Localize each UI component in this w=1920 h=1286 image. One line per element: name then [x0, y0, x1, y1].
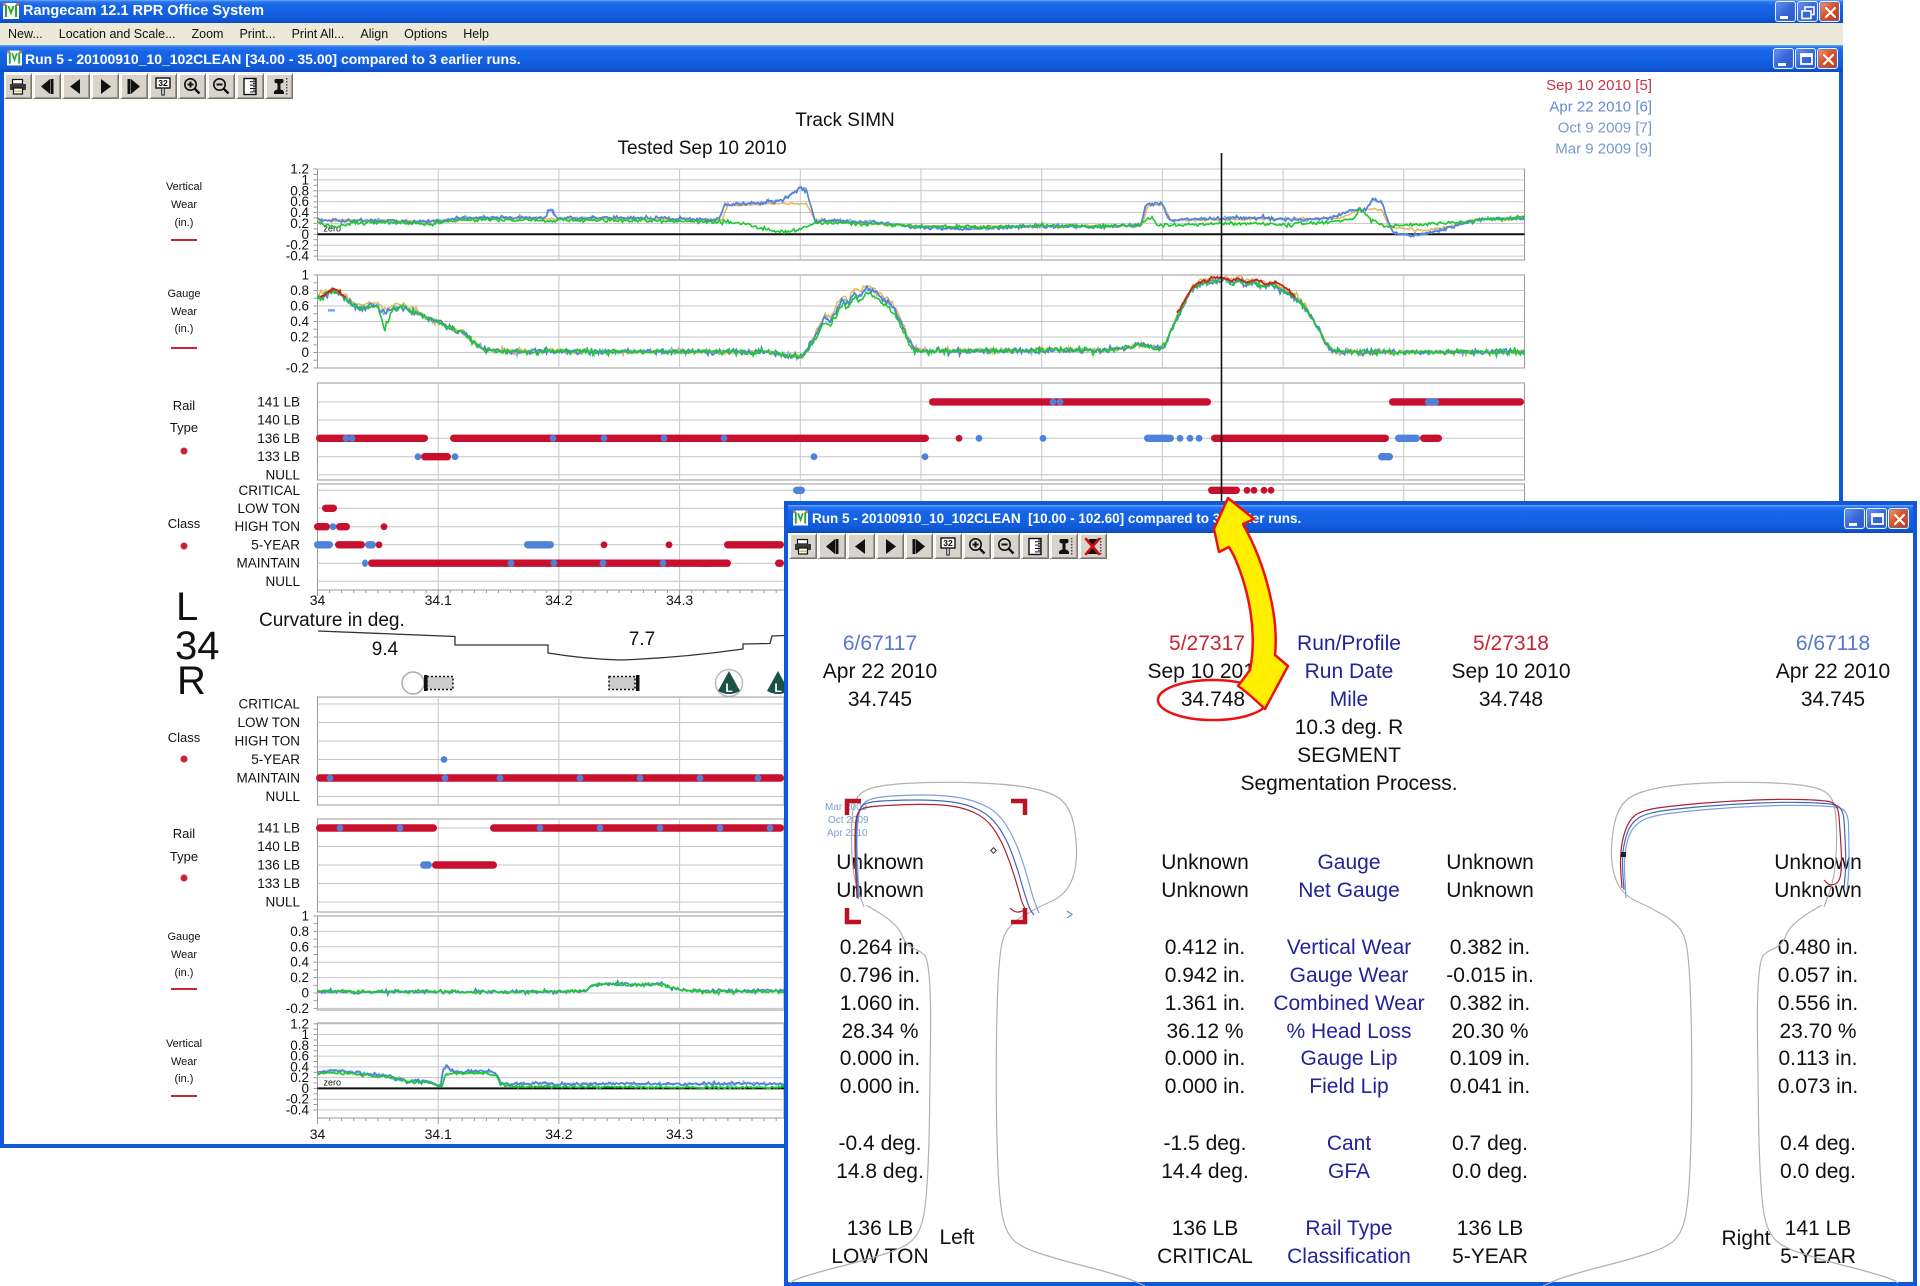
svg-text:0.556 in.: 0.556 in. [1778, 992, 1859, 1015]
svg-text:0.942 in.: 0.942 in. [1165, 964, 1246, 987]
svg-text:0.264 in.: 0.264 in. [840, 936, 921, 959]
svg-text:136 LB: 136 LB [1172, 1217, 1239, 1240]
svg-text:Unknown: Unknown [1446, 879, 1534, 902]
svg-text:Unknown: Unknown [1774, 879, 1862, 902]
svg-text:5/27318: 5/27318 [1473, 632, 1549, 655]
svg-text:Gauge Lip: Gauge Lip [1301, 1047, 1398, 1070]
svg-text:136 LB: 136 LB [1457, 1217, 1524, 1240]
svg-text:Mile: Mile [1330, 688, 1369, 711]
svg-text:Sep 10 2010: Sep 10 2010 [1451, 660, 1570, 683]
svg-text:Apr 22 2010: Apr 22 2010 [823, 660, 937, 683]
svg-text:0.7 deg.: 0.7 deg. [1452, 1132, 1528, 1155]
svg-text:SEGMENT: SEGMENT [1297, 744, 1401, 767]
svg-text:0.041 in.: 0.041 in. [1450, 1075, 1531, 1098]
svg-text:Right: Right [1721, 1227, 1770, 1250]
svg-text:136 LB: 136 LB [847, 1217, 914, 1240]
svg-text:Segmentation Process.: Segmentation Process. [1240, 772, 1457, 795]
svg-text:34.748: 34.748 [1479, 688, 1543, 711]
svg-text:Gauge: Gauge [1317, 851, 1380, 874]
svg-text:Classification: Classification [1287, 1245, 1411, 1268]
svg-text:Combined Wear: Combined Wear [1273, 992, 1424, 1015]
svg-text:34.745: 34.745 [1801, 688, 1865, 711]
svg-text:Unknown: Unknown [836, 851, 924, 874]
svg-text:Gauge Wear: Gauge Wear [1290, 964, 1409, 987]
svg-text:1.361 in.: 1.361 in. [1165, 992, 1246, 1015]
svg-text:0.000 in.: 0.000 in. [1165, 1075, 1246, 1098]
svg-text:0.0 deg.: 0.0 deg. [1452, 1160, 1528, 1183]
svg-text:Rail Type: Rail Type [1305, 1217, 1392, 1240]
svg-text:Run/Profile: Run/Profile [1297, 632, 1401, 655]
svg-text:Unknown: Unknown [1161, 879, 1249, 902]
svg-text:Cant: Cant [1327, 1132, 1372, 1155]
svg-text:Unknown: Unknown [1161, 851, 1249, 874]
svg-text:0.796 in.: 0.796 in. [840, 964, 921, 987]
svg-text:Unknown: Unknown [836, 879, 924, 902]
svg-text:5-YEAR: 5-YEAR [1780, 1245, 1856, 1268]
svg-text:0.0 deg.: 0.0 deg. [1780, 1160, 1856, 1183]
svg-text:0.412 in.: 0.412 in. [1165, 936, 1246, 959]
svg-text:6/67117: 6/67117 [843, 632, 917, 655]
svg-text:10.3 deg. R: 10.3 deg. R [1295, 716, 1404, 739]
svg-text:0.000 in.: 0.000 in. [840, 1075, 921, 1098]
svg-text:5-YEAR: 5-YEAR [1452, 1245, 1528, 1268]
svg-text:0.109 in.: 0.109 in. [1450, 1047, 1531, 1070]
svg-text:23.70 %: 23.70 % [1779, 1020, 1856, 1043]
svg-text:Left: Left [939, 1226, 974, 1249]
svg-text:-0.015 in.: -0.015 in. [1446, 964, 1534, 987]
svg-text:14.4 deg.: 14.4 deg. [1161, 1160, 1249, 1183]
svg-text:0.4 deg.: 0.4 deg. [1780, 1132, 1856, 1155]
svg-text:0.382 in.: 0.382 in. [1450, 936, 1531, 959]
svg-text:141 LB: 141 LB [1785, 1217, 1852, 1240]
svg-text:34.745: 34.745 [848, 688, 912, 711]
svg-text:0.382 in.: 0.382 in. [1450, 992, 1531, 1015]
svg-text:36.12 %: 36.12 % [1166, 1020, 1243, 1043]
svg-text:0.000 in.: 0.000 in. [1165, 1047, 1246, 1070]
svg-text:Apr 2010: Apr 2010 [827, 828, 868, 839]
svg-text:Apr 22 2010: Apr 22 2010 [1776, 660, 1890, 683]
svg-text:Vertical Wear: Vertical Wear [1287, 936, 1412, 959]
svg-text:20.30 %: 20.30 % [1451, 1020, 1528, 1043]
svg-text:34.748: 34.748 [1181, 688, 1245, 711]
svg-text:CRITICAL: CRITICAL [1157, 1245, 1253, 1268]
svg-text:-1.5 deg.: -1.5 deg. [1164, 1132, 1247, 1155]
svg-text:-0.4 deg.: -0.4 deg. [839, 1132, 922, 1155]
svg-text:14.8 deg.: 14.8 deg. [836, 1160, 924, 1183]
svg-text:Net Gauge: Net Gauge [1298, 879, 1400, 902]
svg-text:0.113 in.: 0.113 in. [1778, 1047, 1857, 1070]
svg-text:28.34 %: 28.34 % [841, 1020, 918, 1043]
svg-text:6/67118: 6/67118 [1796, 632, 1870, 655]
svg-text:Field Lip: Field Lip [1309, 1075, 1388, 1098]
svg-text:% Head Loss: % Head Loss [1287, 1020, 1412, 1043]
svg-text:GFA: GFA [1328, 1160, 1370, 1183]
svg-text:0.057 in.: 0.057 in. [1778, 964, 1859, 987]
svg-text:1.060 in.: 1.060 in. [840, 992, 921, 1015]
svg-text:0.480 in.: 0.480 in. [1778, 936, 1859, 959]
svg-text:0.000 in.: 0.000 in. [840, 1047, 921, 1070]
svg-text:5/27317: 5/27317 [1169, 632, 1245, 655]
svg-text:0.073 in.: 0.073 in. [1778, 1075, 1859, 1098]
svg-text:Run Date: Run Date [1305, 660, 1394, 683]
svg-text:Unknown: Unknown [1446, 851, 1534, 874]
svg-text:Oct 2009: Oct 2009 [828, 815, 869, 826]
